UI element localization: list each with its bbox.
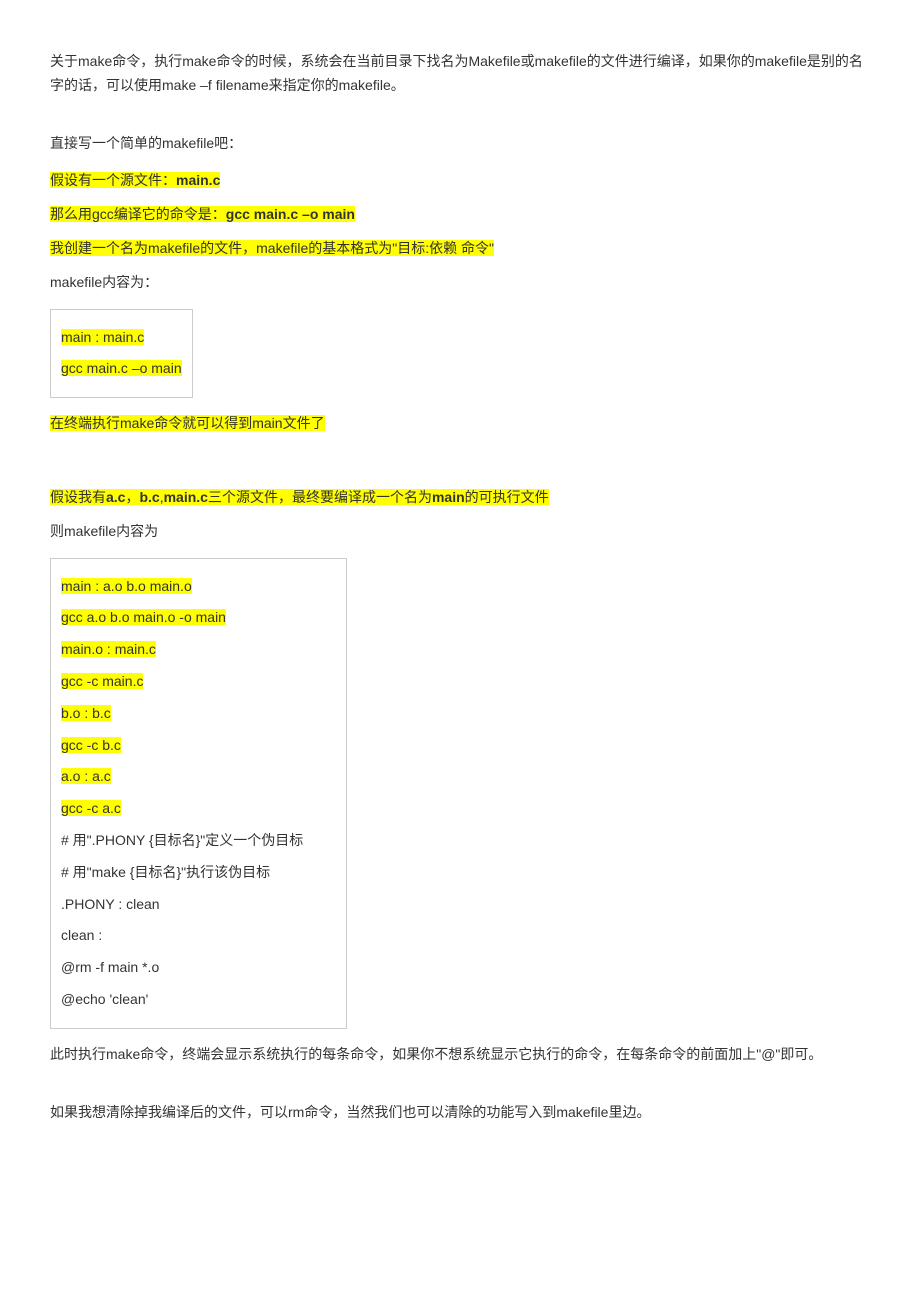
highlight-assume-source: 假设有一个源文件：main.c xyxy=(50,172,220,188)
filename-b-c: b.c xyxy=(139,489,159,505)
code-line: clean : xyxy=(61,927,102,943)
text: 三个源文件，最终要编译成一个名为 xyxy=(208,489,432,505)
highlight-terminal-result: 在终端执行make命令就可以得到main文件了 xyxy=(50,415,325,431)
section2-content-label: 则makefile内容为 xyxy=(50,520,870,544)
text: 那么用gcc编译它的命令是： xyxy=(50,206,226,222)
code-line: b.o : b.c xyxy=(61,705,111,721)
code-box-full: main : a.o b.o main.o gcc a.o b.o main.o… xyxy=(50,558,347,1029)
code-line: gcc -c main.c xyxy=(61,673,143,689)
gcc-command: gcc main.c –o main xyxy=(226,206,355,222)
code-line: gcc main.c –o main xyxy=(61,360,182,376)
code-line: gcc -c a.c xyxy=(61,800,121,816)
code-line: # 用".PHONY {目标名}"定义一个伪目标 xyxy=(61,832,303,848)
filename-a-c: a.c xyxy=(106,489,125,505)
filename-main: main xyxy=(432,489,465,505)
code-line: gcc a.o b.o main.o -o main xyxy=(61,609,226,625)
separator: ， xyxy=(125,489,139,505)
text: 假设有一个源文件： xyxy=(50,172,176,188)
code-line: main : a.o b.o main.o xyxy=(61,578,192,594)
highlight-three-sources: 假设我有a.c，b.c,main.c三个源文件，最终要编译成一个名为main的可… xyxy=(50,489,549,505)
filename-main-c: main.c xyxy=(164,489,208,505)
paragraph-at-sign: 此时执行make命令，终端会显示系统执行的每条命令，如果你不想系统显示它执行的命… xyxy=(50,1043,870,1067)
text: 的可执行文件 xyxy=(465,489,549,505)
code-line: .PHONY : clean xyxy=(61,896,160,912)
code-line: a.o : a.c xyxy=(61,768,111,784)
code-box-simple: main : main.c gcc main.c –o main xyxy=(50,309,193,399)
text: 假设我有 xyxy=(50,489,106,505)
code-line: main : main.c xyxy=(61,329,144,345)
intro-paragraph: 关于make命令，执行make命令的时候，系统会在当前目录下找名为Makefil… xyxy=(50,50,870,98)
highlight-makefile-format: 我创建一个名为makefile的文件，makefile的基本格式为"目标:依赖 … xyxy=(50,240,494,256)
code-line: # 用"make {目标名}"执行该伪目标 xyxy=(61,864,270,880)
code-line: gcc -c b.c xyxy=(61,737,121,753)
section1-content-label: makefile内容为： xyxy=(50,271,870,295)
highlight-gcc-command: 那么用gcc编译它的命令是：gcc main.c –o main xyxy=(50,206,355,222)
code-line: main.o : main.c xyxy=(61,641,156,657)
paragraph-clean: 如果我想清除掉我编译后的文件，可以rm命令，当然我们也可以清除的功能写入到mak… xyxy=(50,1101,870,1125)
section1-lead: 直接写一个简单的makefile吧： xyxy=(50,132,870,156)
code-line: @rm -f main *.o xyxy=(61,959,159,975)
filename-main-c: main.c xyxy=(176,172,220,188)
code-line: @echo 'clean' xyxy=(61,991,148,1007)
